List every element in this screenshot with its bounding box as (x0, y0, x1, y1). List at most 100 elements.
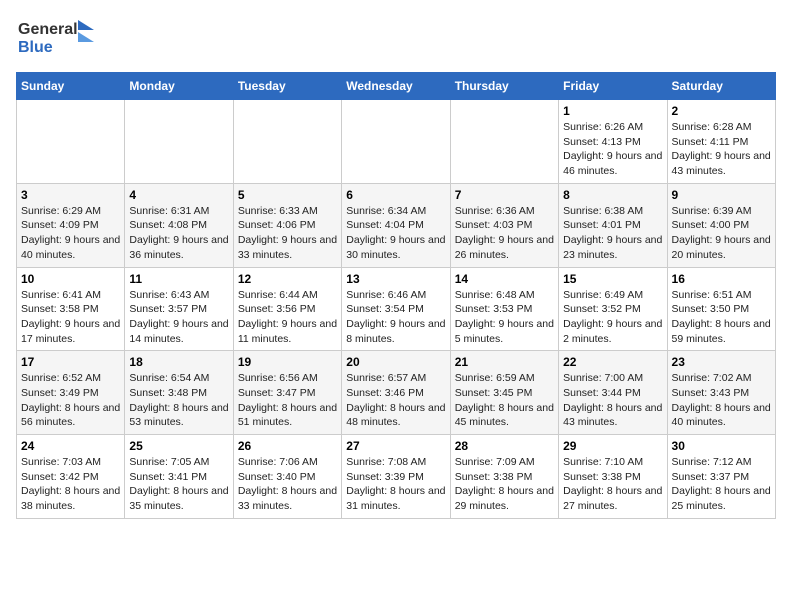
calendar-day-cell: 11 Sunrise: 6:43 AM Sunset: 3:57 PM Dayli… (125, 267, 233, 351)
day-number: 12 (238, 272, 337, 286)
day-info: Sunrise: 6:28 AM Sunset: 4:11 PM Dayligh… (672, 120, 771, 179)
day-info: Sunrise: 6:49 AM Sunset: 3:52 PM Dayligh… (563, 288, 662, 347)
calendar-week-row: 10 Sunrise: 6:41 AM Sunset: 3:58 PM Dayli… (17, 267, 776, 351)
day-info: Sunrise: 7:05 AM Sunset: 3:41 PM Dayligh… (129, 455, 228, 514)
calendar-day-cell: 4 Sunrise: 6:31 AM Sunset: 4:08 PM Daylig… (125, 183, 233, 267)
day-number: 15 (563, 272, 662, 286)
day-info: Sunrise: 6:57 AM Sunset: 3:46 PM Dayligh… (346, 371, 445, 430)
day-number: 14 (455, 272, 554, 286)
day-info: Sunrise: 6:59 AM Sunset: 3:45 PM Dayligh… (455, 371, 554, 430)
day-number: 20 (346, 355, 445, 369)
day-number: 13 (346, 272, 445, 286)
calendar-day-cell: 14 Sunrise: 6:48 AM Sunset: 3:53 PM Dayli… (450, 267, 558, 351)
calendar-day-cell (450, 100, 558, 184)
day-number: 21 (455, 355, 554, 369)
calendar-day-cell: 24Sunrise: 7:03 AM Sunset: 3:42 PM Dayli… (17, 435, 125, 519)
day-info: Sunrise: 6:46 AM Sunset: 3:54 PM Dayligh… (346, 288, 445, 347)
weekday-header: Tuesday (233, 73, 341, 100)
calendar-day-cell: 1 Sunrise: 6:26 AM Sunset: 4:13 PM Daylig… (559, 100, 667, 184)
calendar-week-row: 17 Sunrise: 6:52 AM Sunset: 3:49 PM Dayli… (17, 351, 776, 435)
day-number: 1 (563, 104, 662, 118)
calendar-day-cell: 28Sunrise: 7:09 AM Sunset: 3:38 PM Dayli… (450, 435, 558, 519)
calendar-day-cell: 5 Sunrise: 6:33 AM Sunset: 4:06 PM Daylig… (233, 183, 341, 267)
day-info: Sunrise: 6:38 AM Sunset: 4:01 PM Dayligh… (563, 204, 662, 263)
day-info: Sunrise: 7:00 AM Sunset: 3:44 PM Dayligh… (563, 371, 662, 430)
day-number: 19 (238, 355, 337, 369)
calendar-day-cell: 22 Sunrise: 7:00 AM Sunset: 3:44 PM Dayli… (559, 351, 667, 435)
calendar-day-cell: 2Sunrise: 6:28 AM Sunset: 4:11 PM Daylig… (667, 100, 775, 184)
day-info: Sunrise: 6:39 AM Sunset: 4:00 PM Dayligh… (672, 204, 771, 263)
calendar-week-row: 24Sunrise: 7:03 AM Sunset: 3:42 PM Dayli… (17, 435, 776, 519)
day-number: 25 (129, 439, 228, 453)
day-info: Sunrise: 7:09 AM Sunset: 3:38 PM Dayligh… (455, 455, 554, 514)
day-info: Sunrise: 6:26 AM Sunset: 4:13 PM Dayligh… (563, 120, 662, 179)
day-number: 18 (129, 355, 228, 369)
day-number: 11 (129, 272, 228, 286)
calendar-day-cell: 17 Sunrise: 6:52 AM Sunset: 3:49 PM Dayli… (17, 351, 125, 435)
day-info: Sunrise: 6:34 AM Sunset: 4:04 PM Dayligh… (346, 204, 445, 263)
day-number: 5 (238, 188, 337, 202)
day-number: 7 (455, 188, 554, 202)
calendar-day-cell: 20 Sunrise: 6:57 AM Sunset: 3:46 PM Dayli… (342, 351, 450, 435)
calendar-day-cell: 19 Sunrise: 6:56 AM Sunset: 3:47 PM Dayli… (233, 351, 341, 435)
day-info: Sunrise: 6:48 AM Sunset: 3:53 PM Dayligh… (455, 288, 554, 347)
logo-svg: GeneralBlue (16, 16, 96, 60)
calendar-day-cell: 15 Sunrise: 6:49 AM Sunset: 3:52 PM Dayli… (559, 267, 667, 351)
calendar-week-row: 1 Sunrise: 6:26 AM Sunset: 4:13 PM Daylig… (17, 100, 776, 184)
calendar-day-cell: 6 Sunrise: 6:34 AM Sunset: 4:04 PM Daylig… (342, 183, 450, 267)
calendar-header-row: SundayMondayTuesdayWednesdayThursdayFrid… (17, 73, 776, 100)
day-info: Sunrise: 6:31 AM Sunset: 4:08 PM Dayligh… (129, 204, 228, 263)
page-header: GeneralBlue (16, 16, 776, 60)
calendar-day-cell: 10 Sunrise: 6:41 AM Sunset: 3:58 PM Dayli… (17, 267, 125, 351)
calendar-day-cell: 16 Sunrise: 6:51 AM Sunset: 3:50 PM Dayli… (667, 267, 775, 351)
day-info: Sunrise: 6:43 AM Sunset: 3:57 PM Dayligh… (129, 288, 228, 347)
day-number: 27 (346, 439, 445, 453)
calendar-day-cell (125, 100, 233, 184)
day-number: 26 (238, 439, 337, 453)
day-number: 29 (563, 439, 662, 453)
weekday-header: Thursday (450, 73, 558, 100)
day-info: Sunrise: 7:08 AM Sunset: 3:39 PM Dayligh… (346, 455, 445, 514)
calendar-day-cell: 7 Sunrise: 6:36 AM Sunset: 4:03 PM Daylig… (450, 183, 558, 267)
day-number: 16 (672, 272, 771, 286)
weekday-header: Sunday (17, 73, 125, 100)
calendar-day-cell: 29 Sunrise: 7:10 AM Sunset: 3:38 PM Dayli… (559, 435, 667, 519)
calendar-day-cell (233, 100, 341, 184)
day-number: 24 (21, 439, 120, 453)
calendar-day-cell (342, 100, 450, 184)
day-number: 17 (21, 355, 120, 369)
day-info: Sunrise: 7:06 AM Sunset: 3:40 PM Dayligh… (238, 455, 337, 514)
calendar-day-cell: 18 Sunrise: 6:54 AM Sunset: 3:48 PM Dayli… (125, 351, 233, 435)
day-info: Sunrise: 6:44 AM Sunset: 3:56 PM Dayligh… (238, 288, 337, 347)
day-info: Sunrise: 7:02 AM Sunset: 3:43 PM Dayligh… (672, 371, 771, 430)
calendar-day-cell: 23 Sunrise: 7:02 AM Sunset: 3:43 PM Dayli… (667, 351, 775, 435)
day-info: Sunrise: 6:51 AM Sunset: 3:50 PM Dayligh… (672, 288, 771, 347)
svg-text:General: General (18, 21, 78, 38)
calendar-day-cell: 30Sunrise: 7:12 AM Sunset: 3:37 PM Dayli… (667, 435, 775, 519)
day-info: Sunrise: 6:52 AM Sunset: 3:49 PM Dayligh… (21, 371, 120, 430)
day-number: 23 (672, 355, 771, 369)
day-info: Sunrise: 6:41 AM Sunset: 3:58 PM Dayligh… (21, 288, 120, 347)
day-number: 6 (346, 188, 445, 202)
calendar-table: SundayMondayTuesdayWednesdayThursdayFrid… (16, 72, 776, 519)
day-info: Sunrise: 6:56 AM Sunset: 3:47 PM Dayligh… (238, 371, 337, 430)
calendar-day-cell: 13 Sunrise: 6:46 AM Sunset: 3:54 PM Dayli… (342, 267, 450, 351)
day-info: Sunrise: 6:33 AM Sunset: 4:06 PM Dayligh… (238, 204, 337, 263)
day-info: Sunrise: 6:29 AM Sunset: 4:09 PM Dayligh… (21, 204, 120, 263)
svg-text:Blue: Blue (18, 39, 53, 56)
day-info: Sunrise: 7:10 AM Sunset: 3:38 PM Dayligh… (563, 455, 662, 514)
calendar-week-row: 3 Sunrise: 6:29 AM Sunset: 4:09 PM Daylig… (17, 183, 776, 267)
day-info: Sunrise: 6:36 AM Sunset: 4:03 PM Dayligh… (455, 204, 554, 263)
day-number: 8 (563, 188, 662, 202)
day-number: 4 (129, 188, 228, 202)
day-info: Sunrise: 6:54 AM Sunset: 3:48 PM Dayligh… (129, 371, 228, 430)
calendar-day-cell: 26 Sunrise: 7:06 AM Sunset: 3:40 PM Dayli… (233, 435, 341, 519)
day-number: 10 (21, 272, 120, 286)
calendar-day-cell: 21 Sunrise: 6:59 AM Sunset: 3:45 PM Dayli… (450, 351, 558, 435)
calendar-day-cell: 3 Sunrise: 6:29 AM Sunset: 4:09 PM Daylig… (17, 183, 125, 267)
calendar-day-cell: 9Sunrise: 6:39 AM Sunset: 4:00 PM Daylig… (667, 183, 775, 267)
day-number: 22 (563, 355, 662, 369)
day-number: 3 (21, 188, 120, 202)
weekday-header: Saturday (667, 73, 775, 100)
calendar-day-cell: 12 Sunrise: 6:44 AM Sunset: 3:56 PM Dayli… (233, 267, 341, 351)
